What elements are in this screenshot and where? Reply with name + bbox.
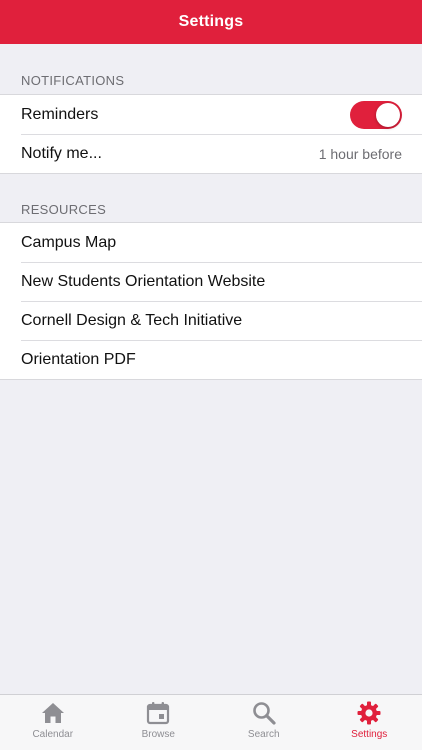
reminders-row: Reminders [0,95,422,134]
navigation-bar: Settings [0,0,422,44]
tab-label: Search [247,729,280,740]
resource-item-campus-map[interactable]: Campus Map [0,223,422,262]
tab-label: Browse [141,729,175,740]
notify-me-row[interactable]: Notify me... 1 hour before [0,134,422,173]
reminders-toggle[interactable] [350,100,402,129]
reminders-label: Reminders [21,105,99,123]
notify-me-label: Notify me... [21,144,102,162]
calendar-icon [147,702,170,725]
resource-item-orientation-website[interactable]: New Students Orientation Website [0,262,422,301]
resource-item-orientation-pdf[interactable]: Orientation PDF [0,340,422,379]
notify-me-value: 1 hour before [318,145,402,162]
resource-item-design-tech-initiative[interactable]: Cornell Design & Tech Initiative [0,301,422,340]
tab-label: Settings [351,729,388,740]
settings-screen: Settings NOTIFICATIONS Reminders Notify … [0,0,422,750]
notifications-group: Reminders Notify me... 1 hour before [0,94,422,174]
tab-calendar[interactable]: Calendar [0,695,106,750]
tab-settings[interactable]: Settings [317,695,422,750]
tab-label: Calendar [32,729,74,740]
resource-item-label: Cornell Design & Tech Initiative [21,311,243,329]
tab-browse[interactable]: Browse [106,695,212,750]
search-icon [252,702,276,725]
notifications-section-header: NOTIFICATIONS [21,73,125,88]
tab-search[interactable]: Search [211,695,317,750]
resource-item-label: Orientation PDF [21,350,136,368]
resources-section-header: RESOURCES [21,202,107,217]
home-icon [41,703,64,723]
resource-item-label: New Students Orientation Website [21,272,266,290]
gear-icon [357,701,381,725]
resource-item-label: Campus Map [21,233,117,251]
page-title: Settings [178,13,244,30]
toggle-knob [376,102,400,127]
resources-group: Campus Map New Students Orientation Webs… [0,222,422,380]
tab-bar: Calendar Browse Search Settings [0,694,422,750]
